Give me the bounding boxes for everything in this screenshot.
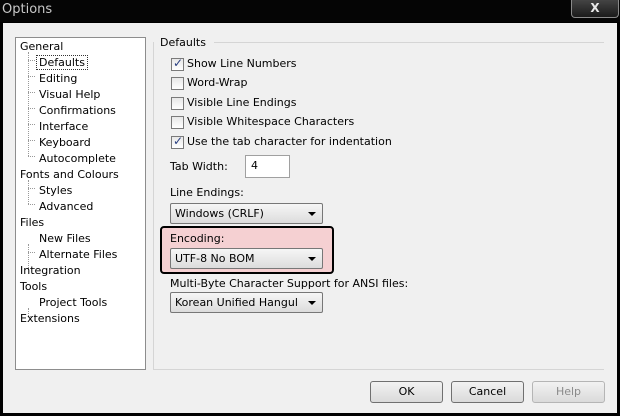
checkbox-box[interactable]	[171, 116, 184, 129]
chevron-down-icon	[308, 212, 316, 216]
encoding-dropdown[interactable]: UTF-8 No BOM	[170, 248, 323, 269]
chevron-down-icon	[308, 257, 316, 261]
tree-item-styles[interactable]: Styles	[39, 184, 72, 198]
tree-connector	[28, 76, 35, 77]
defaults-group-title: Defaults	[160, 36, 206, 49]
check-icon: ✓	[173, 56, 184, 70]
tree-item-keyboard[interactable]: Keyboard	[39, 136, 91, 150]
tree-connector	[28, 180, 29, 204]
help-button[interactable]: Help	[532, 381, 605, 403]
checkbox-box[interactable]	[171, 97, 184, 110]
tree-item-integration[interactable]: Integration	[20, 264, 81, 278]
tree-item-files[interactable]: Files	[20, 216, 44, 230]
tree-item-interface[interactable]: Interface	[39, 120, 88, 134]
encoding-value: UTF-8 No BOM	[175, 252, 255, 265]
dialog-body: General Defaults Editing Visual Help Con…	[3, 23, 617, 413]
tree-item-defaults[interactable]: Defaults	[36, 55, 88, 70]
tree-connector	[28, 108, 35, 109]
checkbox-label: Use the tab character for indentation	[187, 135, 392, 148]
tree-item-new-files[interactable]: New Files	[39, 232, 91, 246]
checkbox-box[interactable]: ✓	[171, 134, 184, 149]
line-endings-value: Windows (CRLF)	[175, 207, 264, 220]
checkbox-box[interactable]	[171, 77, 184, 90]
checkbox-box[interactable]: ✓	[171, 56, 184, 71]
tree-item-fonts-and-colours[interactable]: Fonts and Colours	[20, 168, 119, 182]
tree-item-editing[interactable]: Editing	[39, 72, 77, 86]
group-border	[214, 42, 604, 43]
tree-connector	[28, 140, 35, 141]
tree-connector	[28, 156, 35, 157]
line-endings-label: Line Endings:	[170, 186, 244, 199]
tree-item-general[interactable]: General	[20, 40, 63, 54]
check-icon: ✓	[173, 134, 184, 148]
tree-item-advanced[interactable]: Advanced	[39, 200, 93, 214]
tab-width-input[interactable]: 4	[245, 155, 290, 178]
tab-width-label: Tab Width:	[170, 160, 228, 173]
tree-item-extensions[interactable]: Extensions	[20, 312, 80, 326]
mbcs-label: Multi-Byte Character Support for ANSI fi…	[170, 277, 409, 290]
cancel-button[interactable]: Cancel	[451, 381, 524, 403]
group-border	[153, 369, 604, 370]
checkbox-label: Visible Line Endings	[187, 96, 297, 109]
group-border	[153, 42, 154, 369]
tree-connector	[28, 204, 35, 205]
mbcs-value: Korean Unified Hangul	[175, 296, 298, 309]
encoding-label: Encoding:	[170, 232, 225, 245]
tree-item-tools[interactable]: Tools	[20, 280, 47, 294]
tab-width-value: 4	[251, 159, 258, 172]
tree-item-project-tools[interactable]: Project Tools	[39, 296, 107, 310]
tree-connector	[28, 60, 35, 61]
close-button[interactable]: X	[571, 0, 619, 18]
tree-item-autocomplete[interactable]: Autocomplete	[39, 152, 116, 166]
line-endings-dropdown[interactable]: Windows (CRLF)	[170, 203, 323, 224]
chevron-down-icon	[308, 301, 316, 305]
mbcs-dropdown[interactable]: Korean Unified Hangul	[170, 292, 323, 313]
tree-item-confirmations[interactable]: Confirmations	[39, 104, 116, 118]
tree-item-alternate-files[interactable]: Alternate Files	[39, 248, 117, 262]
close-icon: X	[590, 1, 600, 15]
ok-button[interactable]: OK	[370, 381, 443, 403]
tree-connector	[28, 124, 35, 125]
window-title: Options	[2, 2, 53, 17]
checkbox-label: Visible Whitespace Characters	[187, 115, 355, 128]
tree-connector	[28, 188, 35, 189]
tree-item-visual-help[interactable]: Visual Help	[39, 88, 100, 102]
options-tree[interactable]: General Defaults Editing Visual Help Con…	[15, 37, 146, 370]
tree-connector	[28, 252, 35, 253]
checkbox-label: Show Line Numbers	[187, 57, 297, 70]
title-bar: Options X	[0, 0, 620, 22]
tree-connector	[28, 92, 35, 93]
checkbox-label: Word-Wrap	[187, 76, 248, 89]
